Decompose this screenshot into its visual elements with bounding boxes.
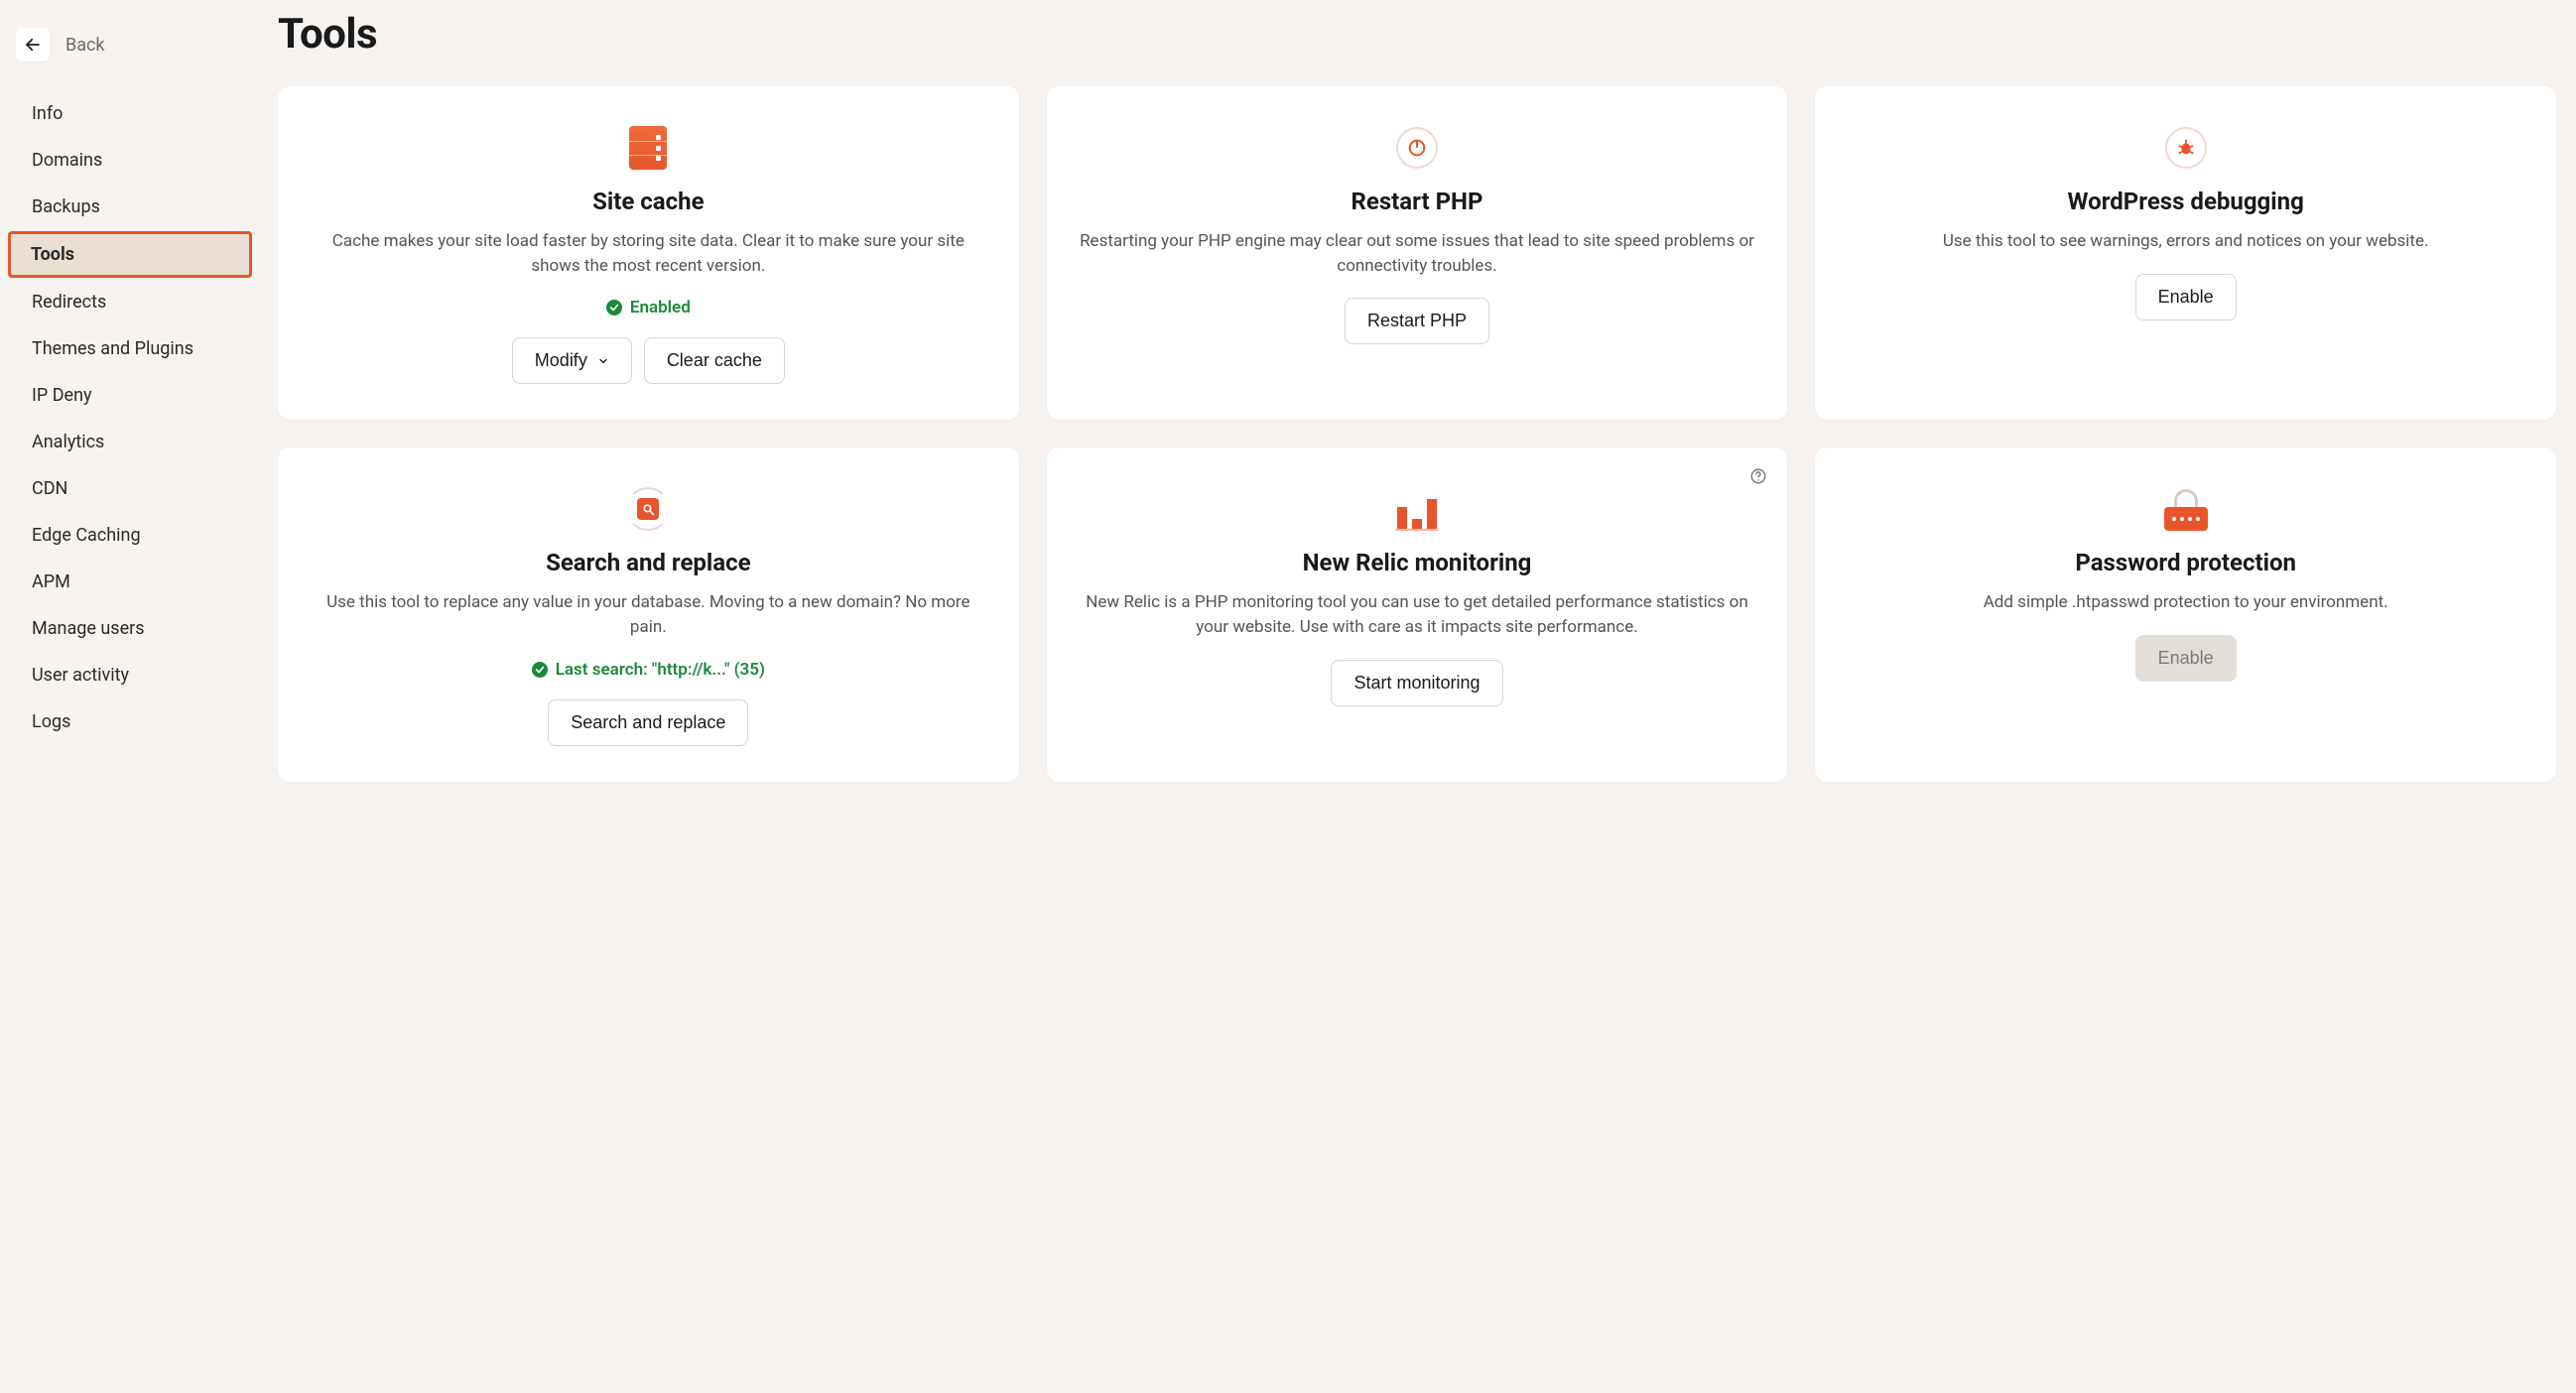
bug-icon (2164, 126, 2208, 170)
card-desc: Cache makes your site load faster by sto… (310, 229, 987, 278)
status-last-search: Last search: "http://k..." (35) (310, 660, 987, 680)
enable-password-button[interactable]: Enable (2135, 635, 2237, 682)
sidebar-item-manage-users[interactable]: Manage users (8, 606, 250, 651)
card-title: Password protection (1847, 549, 2524, 576)
check-circle-icon (606, 300, 622, 316)
chevron-down-icon (597, 355, 609, 367)
search-replace-button[interactable]: Search and replace (548, 699, 748, 746)
main-content: Tools Site cache Cache makes your site l… (258, 0, 2576, 1393)
server-stack-icon (626, 126, 670, 170)
card-title: Search and replace (310, 549, 987, 576)
card-desc: Restarting your PHP engine may clear out… (1079, 229, 1756, 278)
card-site-cache: Site cache Cache makes your site load fa… (278, 86, 1019, 420)
back-label: Back (65, 35, 105, 56)
card-new-relic: New Relic monitoring New Relic is a PHP … (1047, 447, 1788, 781)
modify-label: Modify (535, 350, 587, 371)
sidebar-item-themes-plugins[interactable]: Themes and Plugins (8, 326, 250, 371)
sidebar-item-domains[interactable]: Domains (8, 138, 250, 183)
bar-chart-icon (1395, 487, 1439, 531)
card-title: Restart PHP (1079, 188, 1756, 215)
sidebar-item-analytics[interactable]: Analytics (8, 420, 250, 464)
sidebar-item-backups[interactable]: Backups (8, 185, 250, 229)
power-icon (1395, 126, 1439, 170)
status-enabled: Enabled (310, 298, 987, 317)
sidebar-item-tools[interactable]: Tools (8, 231, 252, 278)
clear-cache-button[interactable]: Clear cache (644, 337, 785, 384)
search-replace-icon (626, 487, 670, 531)
card-desc: Use this tool to see warnings, errors an… (1847, 229, 2524, 254)
start-monitoring-button[interactable]: Start monitoring (1331, 660, 1502, 706)
card-desc: Use this tool to replace any value in yo… (310, 590, 987, 639)
sidebar: Back Info Domains Backups Tools Redirect… (0, 0, 258, 1393)
arrow-left-icon (24, 36, 42, 54)
card-search-replace: Search and replace Use this tool to repl… (278, 447, 1019, 781)
sidebar-item-redirects[interactable]: Redirects (8, 280, 250, 324)
sidebar-item-logs[interactable]: Logs (8, 699, 250, 744)
card-title: Site cache (310, 188, 987, 215)
card-password-protection: Password protection Add simple .htpasswd… (1815, 447, 2556, 781)
sidebar-item-edge-caching[interactable]: Edge Caching (8, 513, 250, 558)
status-text: Last search: "http://k..." (35) (556, 660, 765, 680)
card-restart-php: Restart PHP Restarting your PHP engine m… (1047, 86, 1788, 420)
card-desc: Add simple .htpasswd protection to your … (1847, 590, 2524, 615)
check-circle-icon (532, 662, 548, 678)
modify-button[interactable]: Modify (512, 337, 632, 384)
card-desc: New Relic is a PHP monitoring tool you c… (1079, 590, 1756, 639)
sidebar-item-apm[interactable]: APM (8, 560, 250, 604)
help-icon[interactable] (1749, 467, 1767, 485)
card-wp-debug: WordPress debugging Use this tool to see… (1815, 86, 2556, 420)
back-button[interactable] (16, 28, 50, 62)
lock-icon (2164, 487, 2208, 531)
enable-debug-button[interactable]: Enable (2135, 274, 2237, 320)
sidebar-item-ip-deny[interactable]: IP Deny (8, 373, 250, 418)
sidebar-item-user-activity[interactable]: User activity (8, 653, 250, 697)
card-title: New Relic monitoring (1079, 549, 1756, 576)
status-text: Enabled (630, 298, 691, 317)
card-title: WordPress debugging (1847, 188, 2524, 215)
sidebar-item-cdn[interactable]: CDN (8, 466, 250, 511)
page-title: Tools (278, 10, 2556, 59)
restart-php-button[interactable]: Restart PHP (1345, 298, 1489, 344)
sidebar-item-info[interactable]: Info (8, 91, 250, 136)
